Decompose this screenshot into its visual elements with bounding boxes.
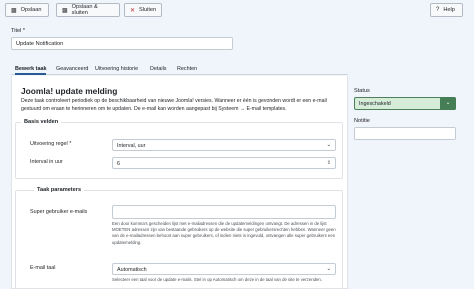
params-fieldset: Taak parameters Super gebruiker e-mails …	[15, 187, 343, 289]
tab-geavanceerd[interactable]: Geavanceerd	[56, 63, 88, 75]
title-label: Titel *	[11, 28, 26, 34]
tab-rechten[interactable]: Rechten	[177, 63, 197, 75]
save-icon: ▩	[62, 7, 68, 14]
email-language-help: Selecteer een taal voor de update e-mail…	[112, 277, 322, 282]
super-emails-input[interactable]	[112, 205, 336, 219]
note-label: Notitie	[354, 118, 370, 124]
chevron-down-icon: ⌄	[326, 266, 331, 272]
save-close-button-label: Opslaan & sluiten	[71, 4, 98, 16]
page-title: Joomla! update melding	[21, 86, 118, 96]
rule-value: Interval, uur	[117, 142, 146, 149]
params-legend: Taak parameters	[34, 187, 85, 193]
help-icon: ?	[436, 7, 440, 13]
save-close-button[interactable]: ▩ Opslaan & sluiten	[56, 3, 120, 17]
toolbar: ▩ Opslaan ▩ Opslaan & sluiten ✕ Sluiten …	[0, 0, 474, 20]
close-button-label: Sluiten	[139, 7, 157, 13]
tab-details[interactable]: Details	[150, 63, 166, 75]
interval-value: 6	[117, 160, 120, 167]
super-emails-help: Een door komma's gescheiden lijst met e-…	[112, 221, 336, 245]
super-emails-label: Super gebruiker e-mails	[30, 209, 88, 215]
tab-uitvoering-historie[interactable]: Uitvoering historie	[95, 63, 138, 75]
help-button-label: Help	[443, 7, 455, 13]
save-icon: ▩	[11, 7, 17, 14]
basis-fieldset: Basis velden Uitvoering regel * Interval…	[15, 119, 343, 179]
close-button[interactable]: ✕ Sluiten	[124, 3, 162, 17]
rule-label: Uitvoering regel *	[30, 141, 72, 147]
tab-bewerk-taak[interactable]: Bewerk taak	[15, 63, 47, 75]
chevron-down-icon[interactable]: ⌄	[440, 97, 456, 110]
help-button[interactable]: ? Help	[430, 3, 463, 17]
interval-label: Interval in uur	[30, 159, 63, 165]
chevron-down-icon: ⌄	[326, 142, 331, 148]
status-value: Ingeschakeld	[359, 101, 391, 107]
status-label: Status	[354, 88, 370, 94]
basis-legend: Basis velden	[21, 119, 62, 125]
rule-select[interactable]: Interval, uur ⌄	[112, 139, 336, 151]
close-icon: ✕	[130, 7, 136, 14]
title-input[interactable]: Update Notification	[11, 37, 233, 50]
email-language-value: Automatisch	[117, 266, 147, 273]
task-description: Deze taak controleert periodiek op de be…	[21, 98, 327, 112]
tab-bar: Bewerk taak Geavanceerd Uitvoering histo…	[11, 63, 348, 75]
note-input[interactable]	[354, 127, 456, 140]
email-language-label: E-mail taal	[30, 265, 56, 271]
save-button[interactable]: ▩ Opslaan	[5, 3, 49, 17]
main-panel: Joomla! update melding Deze taak control…	[11, 76, 348, 289]
save-button-label: Opslaan	[20, 7, 42, 13]
spinner-icon[interactable]: ⇕	[327, 160, 331, 166]
status-select[interactable]: Ingeschakeld ⌄	[354, 97, 456, 110]
email-language-select[interactable]: Automatisch ⌄	[112, 263, 336, 275]
interval-input[interactable]: 6 ⇕	[112, 157, 336, 169]
